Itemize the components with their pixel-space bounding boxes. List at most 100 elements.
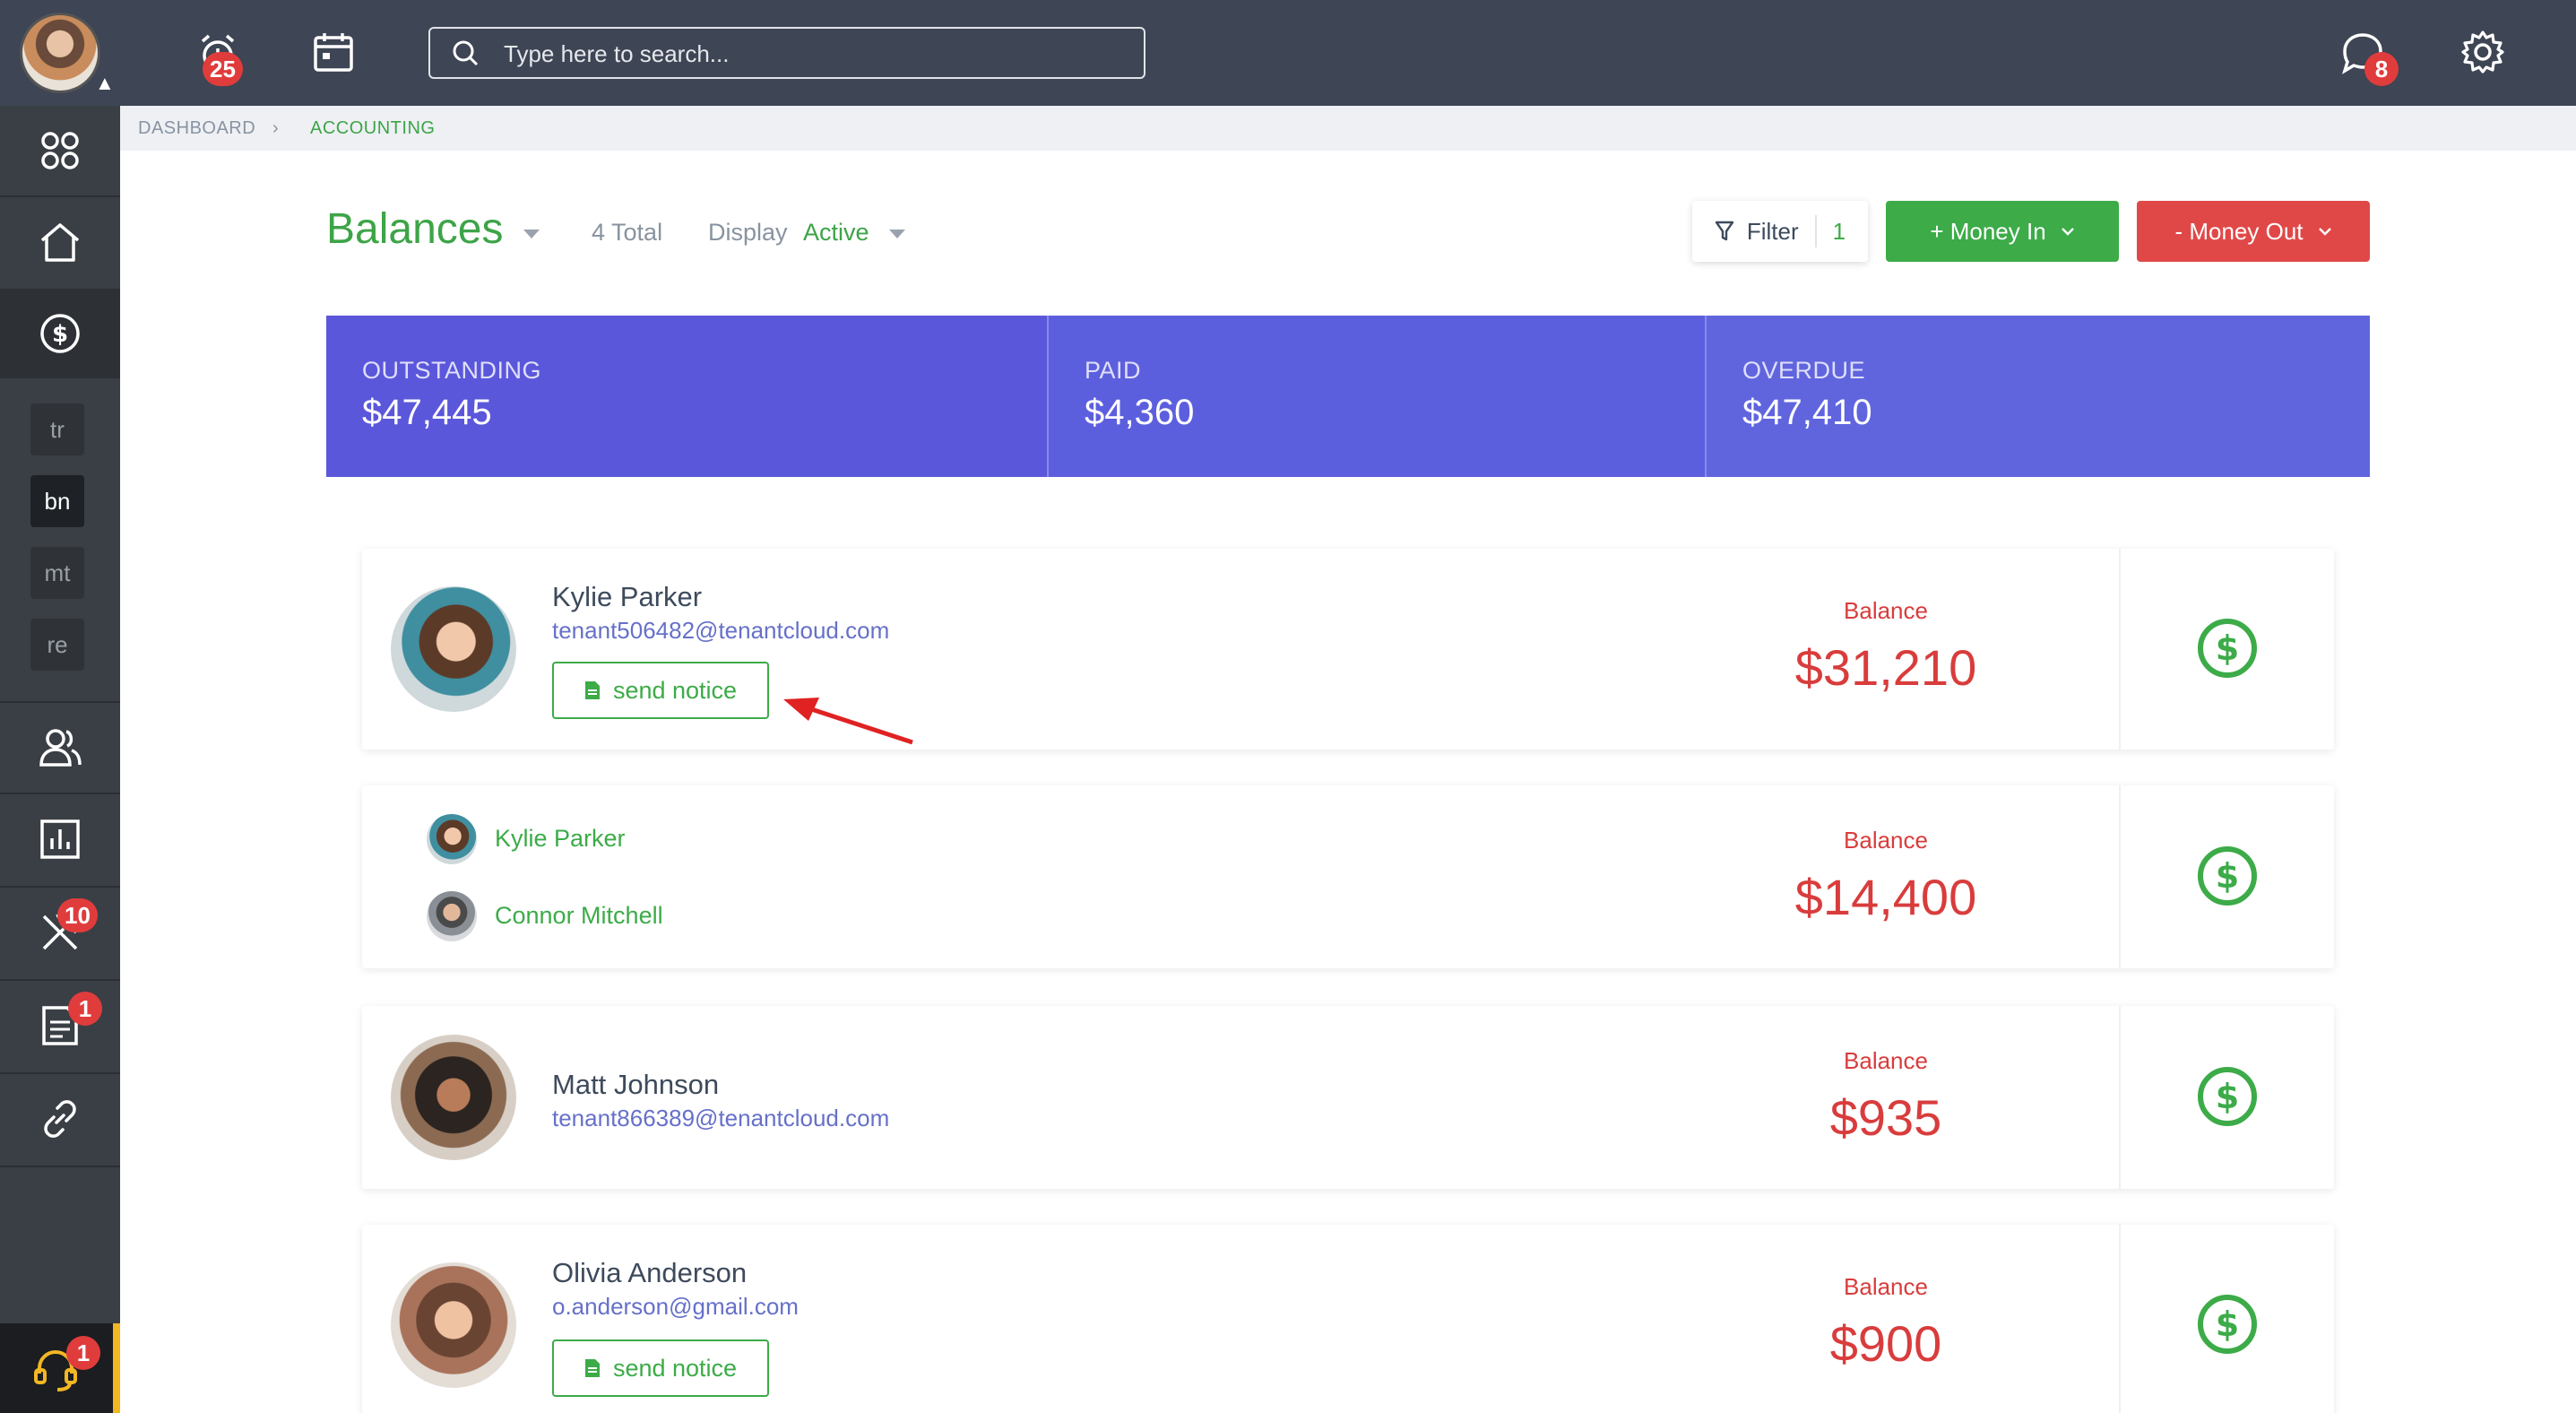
avatar (391, 1262, 516, 1388)
gear-icon[interactable] (2459, 29, 2506, 75)
sidebar-item-home[interactable] (0, 197, 120, 287)
sidebar-item-maintenance[interactable] (0, 888, 120, 977)
balance-label: Balance (1844, 1047, 1928, 1074)
breadcrumb: DASHBOARD › ACCOUNTING (120, 106, 2576, 151)
sidebar-item-accounting[interactable]: $ (0, 289, 120, 378)
home-icon (40, 223, 80, 262)
sidebar-sub-mt[interactable]: mt (30, 547, 84, 599)
breadcrumb-accounting: ACCOUNTING (310, 118, 436, 138)
stat-value: $4,360 (1085, 393, 1195, 432)
search-input[interactable] (504, 36, 1122, 72)
svg-text:$: $ (2216, 1077, 2239, 1116)
filter-divider (1814, 215, 1817, 247)
tenant-name[interactable]: Kylie Parker (495, 825, 626, 853)
documents-badge: 1 (68, 992, 102, 1026)
stats-panel: OUTSTANDING $47,445 PAID $4,360 OVERDUE … (326, 316, 2370, 477)
filter-label: Filter (1746, 217, 1799, 245)
tenant-email[interactable]: tenant866389@tenantcloud.com (552, 1105, 889, 1132)
send-notice-button[interactable]: send notice (552, 1339, 769, 1397)
sidebar-item-links[interactable] (0, 1074, 120, 1164)
dollar-circle-icon: $ (40, 314, 80, 353)
top-bar: ▲ 25 8 (0, 0, 2576, 106)
help-badge: 1 (66, 1336, 100, 1370)
card-divider (2119, 785, 2121, 968)
money-out-button[interactable]: - Money Out (2137, 201, 2370, 262)
sidebar-sub-bn[interactable]: bn (30, 475, 84, 527)
stat-paid[interactable]: PAID $4,360 (1047, 316, 1705, 477)
card-divider (2119, 1006, 2121, 1189)
title-dropdown-icon[interactable] (523, 230, 540, 238)
maintenance-badge: 10 (57, 898, 98, 932)
balance-amount: $935 (1829, 1089, 1942, 1146)
sidebar: $ tr bn mt re 10 1 (0, 106, 120, 1413)
stat-overdue[interactable]: OVERDUE $47,410 (1705, 316, 2370, 477)
pin-icon: ▲ (95, 72, 115, 94)
dollar-circle-icon[interactable]: $ (2196, 617, 2259, 680)
avatar (391, 1035, 516, 1160)
money-in-button[interactable]: + Money In (1886, 201, 2119, 262)
document-icon (584, 1359, 600, 1377)
help-button[interactable]: 1 (0, 1323, 120, 1413)
annotation-arrow (783, 698, 913, 745)
chevron-down-icon (2318, 228, 2331, 236)
sidebar-item-apps[interactable] (0, 106, 120, 195)
display-dropdown-icon[interactable] (889, 230, 905, 238)
balance-card[interactable]: Matt Johnson tenant866389@tenantcloud.co… (362, 1006, 2334, 1189)
balance-card[interactable]: Kylie Parker tenant506482@tenantcloud.co… (362, 549, 2334, 750)
svg-text:$: $ (52, 321, 68, 348)
chevron-down-icon (2061, 228, 2074, 236)
page-title[interactable]: Balances (326, 204, 503, 254)
search-box[interactable] (428, 27, 1145, 79)
tenant-email[interactable]: o.anderson@gmail.com (552, 1293, 799, 1321)
balance-card[interactable]: Olivia Anderson o.anderson@gmail.com sen… (362, 1225, 2334, 1413)
document-icon (584, 681, 600, 699)
filter-icon (1715, 221, 1734, 241)
avatar (391, 586, 516, 712)
stat-label: PAID (1085, 357, 1142, 384)
money-out-label: - Money Out (2174, 217, 2304, 245)
filter-count: 1 (1832, 217, 1846, 245)
sidebar-item-documents[interactable] (0, 981, 120, 1071)
balance-card[interactable]: Kylie Parker Connor Mitchell Balance $14… (362, 785, 2334, 968)
stat-label: OVERDUE (1742, 357, 1866, 384)
people-icon (39, 729, 82, 767)
user-avatar[interactable] (20, 13, 100, 93)
stat-label: OUTSTANDING (362, 357, 541, 384)
balance-amount: $900 (1829, 1315, 1942, 1372)
send-notice-button[interactable]: send notice (552, 662, 769, 719)
tenant-name[interactable]: Kylie Parker (552, 581, 702, 613)
send-notice-label: send notice (612, 1354, 738, 1382)
chart-icon (40, 819, 80, 859)
balance-label: Balance (1844, 597, 1928, 624)
tenant-name[interactable]: Connor Mitchell (495, 902, 663, 930)
balance-label: Balance (1844, 1273, 1928, 1300)
tenant-name[interactable]: Matt Johnson (552, 1069, 719, 1101)
breadcrumb-dashboard[interactable]: DASHBOARD (138, 118, 255, 139)
alarm-badge: 25 (203, 52, 243, 86)
search-icon (453, 40, 479, 66)
avatar (427, 891, 477, 941)
sidebar-sub-tr[interactable]: tr (30, 403, 84, 455)
stat-value: $47,445 (362, 393, 492, 432)
dollar-circle-icon[interactable]: $ (2196, 845, 2259, 907)
calendar-icon[interactable] (312, 30, 355, 74)
tenant-email[interactable]: tenant506482@tenantcloud.com (552, 617, 889, 645)
dollar-circle-icon[interactable]: $ (2196, 1065, 2259, 1128)
total-count: 4 Total (592, 219, 663, 246)
sidebar-sub-re[interactable]: re (30, 619, 84, 671)
stat-outstanding[interactable]: OUTSTANDING $47,445 (326, 316, 1047, 477)
balance-amount: $31,210 (1794, 639, 1977, 696)
filter-button[interactable]: Filter 1 (1692, 201, 1868, 262)
sidebar-item-reports[interactable] (0, 794, 120, 884)
balance-label: Balance (1844, 827, 1928, 854)
svg-text:$: $ (2216, 1305, 2239, 1344)
breadcrumb-separator-icon: › (272, 118, 280, 138)
dollar-circle-icon[interactable]: $ (2196, 1293, 2259, 1356)
display-value[interactable]: Active (803, 219, 869, 247)
sidebar-item-people[interactable] (0, 703, 120, 793)
tenant-name[interactable]: Olivia Anderson (552, 1257, 747, 1289)
balance-amount: $14,400 (1794, 869, 1977, 925)
stat-value: $47,410 (1742, 393, 1872, 432)
svg-text:$: $ (2216, 856, 2239, 896)
svg-text:$: $ (2216, 628, 2239, 668)
